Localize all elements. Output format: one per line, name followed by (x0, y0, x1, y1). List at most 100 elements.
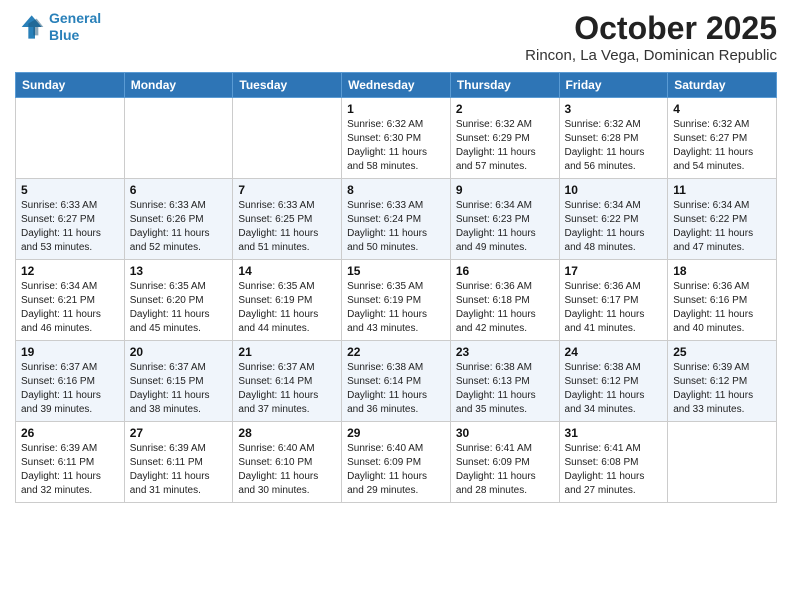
day-number: 5 (21, 183, 119, 197)
logo-line1: General (49, 10, 101, 26)
day-info: Sunrise: 6:32 AMSunset: 6:28 PMDaylight:… (565, 118, 663, 174)
day-number: 1 (347, 102, 445, 116)
day-number: 6 (130, 183, 228, 197)
day-info: Sunrise: 6:34 AMSunset: 6:23 PMDaylight:… (456, 199, 554, 255)
calendar-cell: 24 Sunrise: 6:38 AMSunset: 6:12 PMDaylig… (559, 341, 668, 422)
calendar-cell: 22 Sunrise: 6:38 AMSunset: 6:14 PMDaylig… (342, 341, 451, 422)
day-number: 23 (456, 345, 554, 359)
calendar-cell: 8 Sunrise: 6:33 AMSunset: 6:24 PMDayligh… (342, 179, 451, 260)
calendar-cell: 6 Sunrise: 6:33 AMSunset: 6:26 PMDayligh… (124, 179, 233, 260)
calendar-cell (668, 422, 777, 503)
day-info: Sunrise: 6:39 AMSunset: 6:11 PMDaylight:… (130, 442, 228, 498)
calendar: SundayMondayTuesdayWednesdayThursdayFrid… (15, 72, 777, 503)
day-number: 17 (565, 264, 663, 278)
logo-line2: Blue (49, 27, 79, 43)
day-info: Sunrise: 6:38 AMSunset: 6:13 PMDaylight:… (456, 361, 554, 417)
day-number: 29 (347, 426, 445, 440)
weekday-header-monday: Monday (124, 73, 233, 98)
day-info: Sunrise: 6:39 AMSunset: 6:12 PMDaylight:… (673, 361, 771, 417)
title-block: October 2025 Rincon, La Vega, Dominican … (525, 10, 777, 64)
location-title: Rincon, La Vega, Dominican Republic (525, 47, 777, 64)
day-info: Sunrise: 6:32 AMSunset: 6:27 PMDaylight:… (673, 118, 771, 174)
day-number: 24 (565, 345, 663, 359)
calendar-cell: 20 Sunrise: 6:37 AMSunset: 6:15 PMDaylig… (124, 341, 233, 422)
day-info: Sunrise: 6:39 AMSunset: 6:11 PMDaylight:… (21, 442, 119, 498)
weekday-header-thursday: Thursday (450, 73, 559, 98)
calendar-cell: 2 Sunrise: 6:32 AMSunset: 6:29 PMDayligh… (450, 98, 559, 179)
day-number: 28 (238, 426, 336, 440)
day-number: 8 (347, 183, 445, 197)
day-info: Sunrise: 6:41 AMSunset: 6:09 PMDaylight:… (456, 442, 554, 498)
day-info: Sunrise: 6:36 AMSunset: 6:16 PMDaylight:… (673, 280, 771, 336)
day-info: Sunrise: 6:41 AMSunset: 6:08 PMDaylight:… (565, 442, 663, 498)
calendar-cell: 16 Sunrise: 6:36 AMSunset: 6:18 PMDaylig… (450, 260, 559, 341)
weekday-header-wednesday: Wednesday (342, 73, 451, 98)
day-info: Sunrise: 6:33 AMSunset: 6:24 PMDaylight:… (347, 199, 445, 255)
day-info: Sunrise: 6:36 AMSunset: 6:18 PMDaylight:… (456, 280, 554, 336)
day-number: 16 (456, 264, 554, 278)
calendar-cell: 13 Sunrise: 6:35 AMSunset: 6:20 PMDaylig… (124, 260, 233, 341)
day-number: 30 (456, 426, 554, 440)
day-info: Sunrise: 6:37 AMSunset: 6:16 PMDaylight:… (21, 361, 119, 417)
day-number: 18 (673, 264, 771, 278)
day-number: 13 (130, 264, 228, 278)
page: General Blue October 2025 Rincon, La Veg… (0, 0, 792, 612)
day-number: 11 (673, 183, 771, 197)
calendar-cell: 31 Sunrise: 6:41 AMSunset: 6:08 PMDaylig… (559, 422, 668, 503)
calendar-cell: 11 Sunrise: 6:34 AMSunset: 6:22 PMDaylig… (668, 179, 777, 260)
header: General Blue October 2025 Rincon, La Veg… (15, 10, 777, 64)
day-number: 22 (347, 345, 445, 359)
day-number: 21 (238, 345, 336, 359)
day-number: 25 (673, 345, 771, 359)
day-number: 19 (21, 345, 119, 359)
calendar-cell: 21 Sunrise: 6:37 AMSunset: 6:14 PMDaylig… (233, 341, 342, 422)
day-info: Sunrise: 6:37 AMSunset: 6:15 PMDaylight:… (130, 361, 228, 417)
calendar-header-row: SundayMondayTuesdayWednesdayThursdayFrid… (16, 73, 777, 98)
day-info: Sunrise: 6:40 AMSunset: 6:09 PMDaylight:… (347, 442, 445, 498)
calendar-cell (124, 98, 233, 179)
calendar-cell: 29 Sunrise: 6:40 AMSunset: 6:09 PMDaylig… (342, 422, 451, 503)
calendar-week-row: 19 Sunrise: 6:37 AMSunset: 6:16 PMDaylig… (16, 341, 777, 422)
day-info: Sunrise: 6:40 AMSunset: 6:10 PMDaylight:… (238, 442, 336, 498)
month-title: October 2025 (525, 10, 777, 47)
calendar-cell: 14 Sunrise: 6:35 AMSunset: 6:19 PMDaylig… (233, 260, 342, 341)
day-info: Sunrise: 6:34 AMSunset: 6:22 PMDaylight:… (673, 199, 771, 255)
calendar-cell: 10 Sunrise: 6:34 AMSunset: 6:22 PMDaylig… (559, 179, 668, 260)
calendar-week-row: 5 Sunrise: 6:33 AMSunset: 6:27 PMDayligh… (16, 179, 777, 260)
calendar-cell: 15 Sunrise: 6:35 AMSunset: 6:19 PMDaylig… (342, 260, 451, 341)
day-number: 7 (238, 183, 336, 197)
calendar-cell: 3 Sunrise: 6:32 AMSunset: 6:28 PMDayligh… (559, 98, 668, 179)
day-info: Sunrise: 6:34 AMSunset: 6:21 PMDaylight:… (21, 280, 119, 336)
day-info: Sunrise: 6:35 AMSunset: 6:20 PMDaylight:… (130, 280, 228, 336)
calendar-cell (16, 98, 125, 179)
calendar-cell: 4 Sunrise: 6:32 AMSunset: 6:27 PMDayligh… (668, 98, 777, 179)
calendar-week-row: 1 Sunrise: 6:32 AMSunset: 6:30 PMDayligh… (16, 98, 777, 179)
calendar-cell: 30 Sunrise: 6:41 AMSunset: 6:09 PMDaylig… (450, 422, 559, 503)
day-info: Sunrise: 6:33 AMSunset: 6:25 PMDaylight:… (238, 199, 336, 255)
day-info: Sunrise: 6:37 AMSunset: 6:14 PMDaylight:… (238, 361, 336, 417)
day-number: 4 (673, 102, 771, 116)
calendar-cell: 17 Sunrise: 6:36 AMSunset: 6:17 PMDaylig… (559, 260, 668, 341)
calendar-week-row: 26 Sunrise: 6:39 AMSunset: 6:11 PMDaylig… (16, 422, 777, 503)
day-info: Sunrise: 6:38 AMSunset: 6:12 PMDaylight:… (565, 361, 663, 417)
day-info: Sunrise: 6:32 AMSunset: 6:30 PMDaylight:… (347, 118, 445, 174)
calendar-cell: 27 Sunrise: 6:39 AMSunset: 6:11 PMDaylig… (124, 422, 233, 503)
day-info: Sunrise: 6:36 AMSunset: 6:17 PMDaylight:… (565, 280, 663, 336)
calendar-cell: 25 Sunrise: 6:39 AMSunset: 6:12 PMDaylig… (668, 341, 777, 422)
logo: General Blue (15, 10, 101, 44)
logo-text: General Blue (49, 10, 101, 44)
calendar-cell: 28 Sunrise: 6:40 AMSunset: 6:10 PMDaylig… (233, 422, 342, 503)
day-number: 27 (130, 426, 228, 440)
calendar-cell: 19 Sunrise: 6:37 AMSunset: 6:16 PMDaylig… (16, 341, 125, 422)
day-info: Sunrise: 6:33 AMSunset: 6:27 PMDaylight:… (21, 199, 119, 255)
day-info: Sunrise: 6:32 AMSunset: 6:29 PMDaylight:… (456, 118, 554, 174)
day-number: 9 (456, 183, 554, 197)
day-number: 3 (565, 102, 663, 116)
day-number: 14 (238, 264, 336, 278)
day-info: Sunrise: 6:35 AMSunset: 6:19 PMDaylight:… (347, 280, 445, 336)
calendar-cell (233, 98, 342, 179)
day-number: 20 (130, 345, 228, 359)
calendar-cell: 18 Sunrise: 6:36 AMSunset: 6:16 PMDaylig… (668, 260, 777, 341)
calendar-cell: 9 Sunrise: 6:34 AMSunset: 6:23 PMDayligh… (450, 179, 559, 260)
calendar-cell: 5 Sunrise: 6:33 AMSunset: 6:27 PMDayligh… (16, 179, 125, 260)
